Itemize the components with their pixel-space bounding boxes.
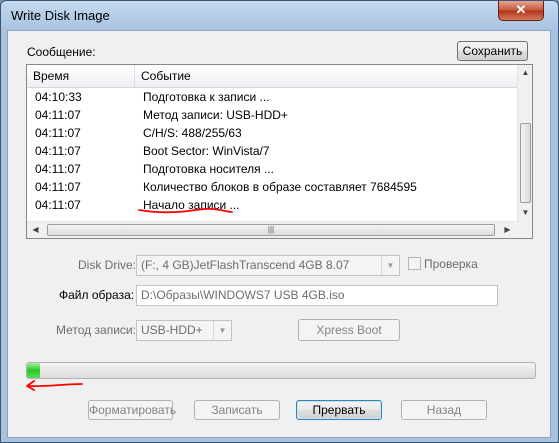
vertical-scrollbar[interactable]: ▲ ▼: [517, 65, 532, 221]
write-method-label: Метод записи:: [56, 323, 136, 337]
chevron-down-icon: ▼: [213, 321, 231, 340]
scrollbar-corner: [517, 221, 532, 238]
log-row[interactable]: 04:11:07 C/H/S: 488/255/63: [27, 124, 517, 142]
scroll-right-icon[interactable]: ▶: [499, 222, 516, 238]
log-row-event: Подготовка к записи ...: [143, 90, 270, 104]
log-row[interactable]: 04:11:07 Начало записи ...: [27, 196, 517, 214]
disk-drive-label: Disk Drive:: [78, 258, 137, 272]
disk-drive-select[interactable]: (F:, 4 GB)JetFlashTranscend 4GB 8.07 ▼: [136, 255, 400, 276]
log-row-time: 04:11:07: [35, 126, 81, 140]
red-underline-annotation: [138, 208, 233, 214]
xpress-boot-button[interactable]: Xpress Boot: [298, 319, 400, 341]
log-row[interactable]: 04:11:07 Подготовка носителя ...: [27, 160, 517, 178]
log-row[interactable]: 04:11:07 Метод записи: USB-HDD+: [27, 106, 517, 124]
log-row[interactable]: 04:10:33 Подготовка к записи ...: [27, 88, 517, 106]
log-row-time: 04:11:07: [35, 144, 81, 158]
write-progress-bar: [26, 362, 536, 379]
column-header-time[interactable]: Время: [27, 65, 135, 87]
save-log-button[interactable]: Сохранить: [457, 41, 528, 61]
log-row-event: Метод записи: USB-HDD+: [143, 108, 288, 122]
log-row-time: 04:11:07: [35, 108, 81, 122]
format-button[interactable]: Форматировать: [88, 400, 176, 420]
vertical-scroll-thumb[interactable]: [520, 123, 531, 203]
abort-button[interactable]: Прервать: [296, 400, 382, 420]
horizontal-scroll-thumb[interactable]: |||: [47, 224, 495, 236]
log-row-event: Подготовка носителя ...: [143, 162, 274, 176]
verify-label: Проверка: [424, 257, 478, 271]
back-button[interactable]: Назад: [401, 400, 487, 420]
log-list[interactable]: Время Событие 04:10:33 Подготовка к запис…: [26, 64, 533, 239]
horizontal-scrollbar[interactable]: ◀ ||| ▶: [27, 221, 517, 238]
log-row-event: C/H/S: 488/255/63: [143, 126, 242, 140]
log-row-time: 04:11:07: [35, 180, 81, 194]
log-list-header: Время Событие: [27, 65, 517, 88]
close-button[interactable]: ✕: [498, 1, 544, 21]
scroll-down-icon[interactable]: ▼: [518, 205, 532, 220]
image-file-label: Файл образа:: [59, 288, 135, 302]
log-row-time: 04:11:07: [35, 198, 81, 212]
column-header-event[interactable]: Событие: [135, 65, 517, 87]
disk-drive-value: (F:, 4 GB)JetFlashTranscend 4GB 8.07: [141, 258, 350, 272]
progress-fill: [27, 363, 40, 378]
scroll-left-icon[interactable]: ◀: [27, 222, 44, 238]
verify-checkbox[interactable]: [408, 257, 421, 270]
scroll-up-icon[interactable]: ▲: [518, 65, 532, 80]
log-row-event: Boot Sector: WinVista/7: [143, 144, 270, 158]
log-row-event: Количество блоков в образе составляет 76…: [143, 180, 417, 194]
log-row[interactable]: 04:11:07 Boot Sector: WinVista/7: [27, 142, 517, 160]
message-label: Сообщение:: [27, 45, 96, 59]
chevron-down-icon: ▼: [381, 256, 399, 275]
write-method-select[interactable]: USB-HDD+ ▼: [136, 320, 232, 341]
write-method-value: USB-HDD+: [141, 323, 203, 337]
red-arrow-annotation: [26, 380, 83, 391]
log-row-time: 04:10:33: [35, 90, 82, 104]
write-button[interactable]: Записать: [194, 400, 280, 420]
log-row[interactable]: 04:11:07 Количество блоков в образе соста…: [27, 178, 517, 196]
log-row-time: 04:11:07: [35, 162, 81, 176]
image-file-field[interactable]: D:\Образы\WINDOWS7 USB 4GB.iso: [136, 285, 498, 306]
window-title: Write Disk Image: [11, 8, 110, 23]
